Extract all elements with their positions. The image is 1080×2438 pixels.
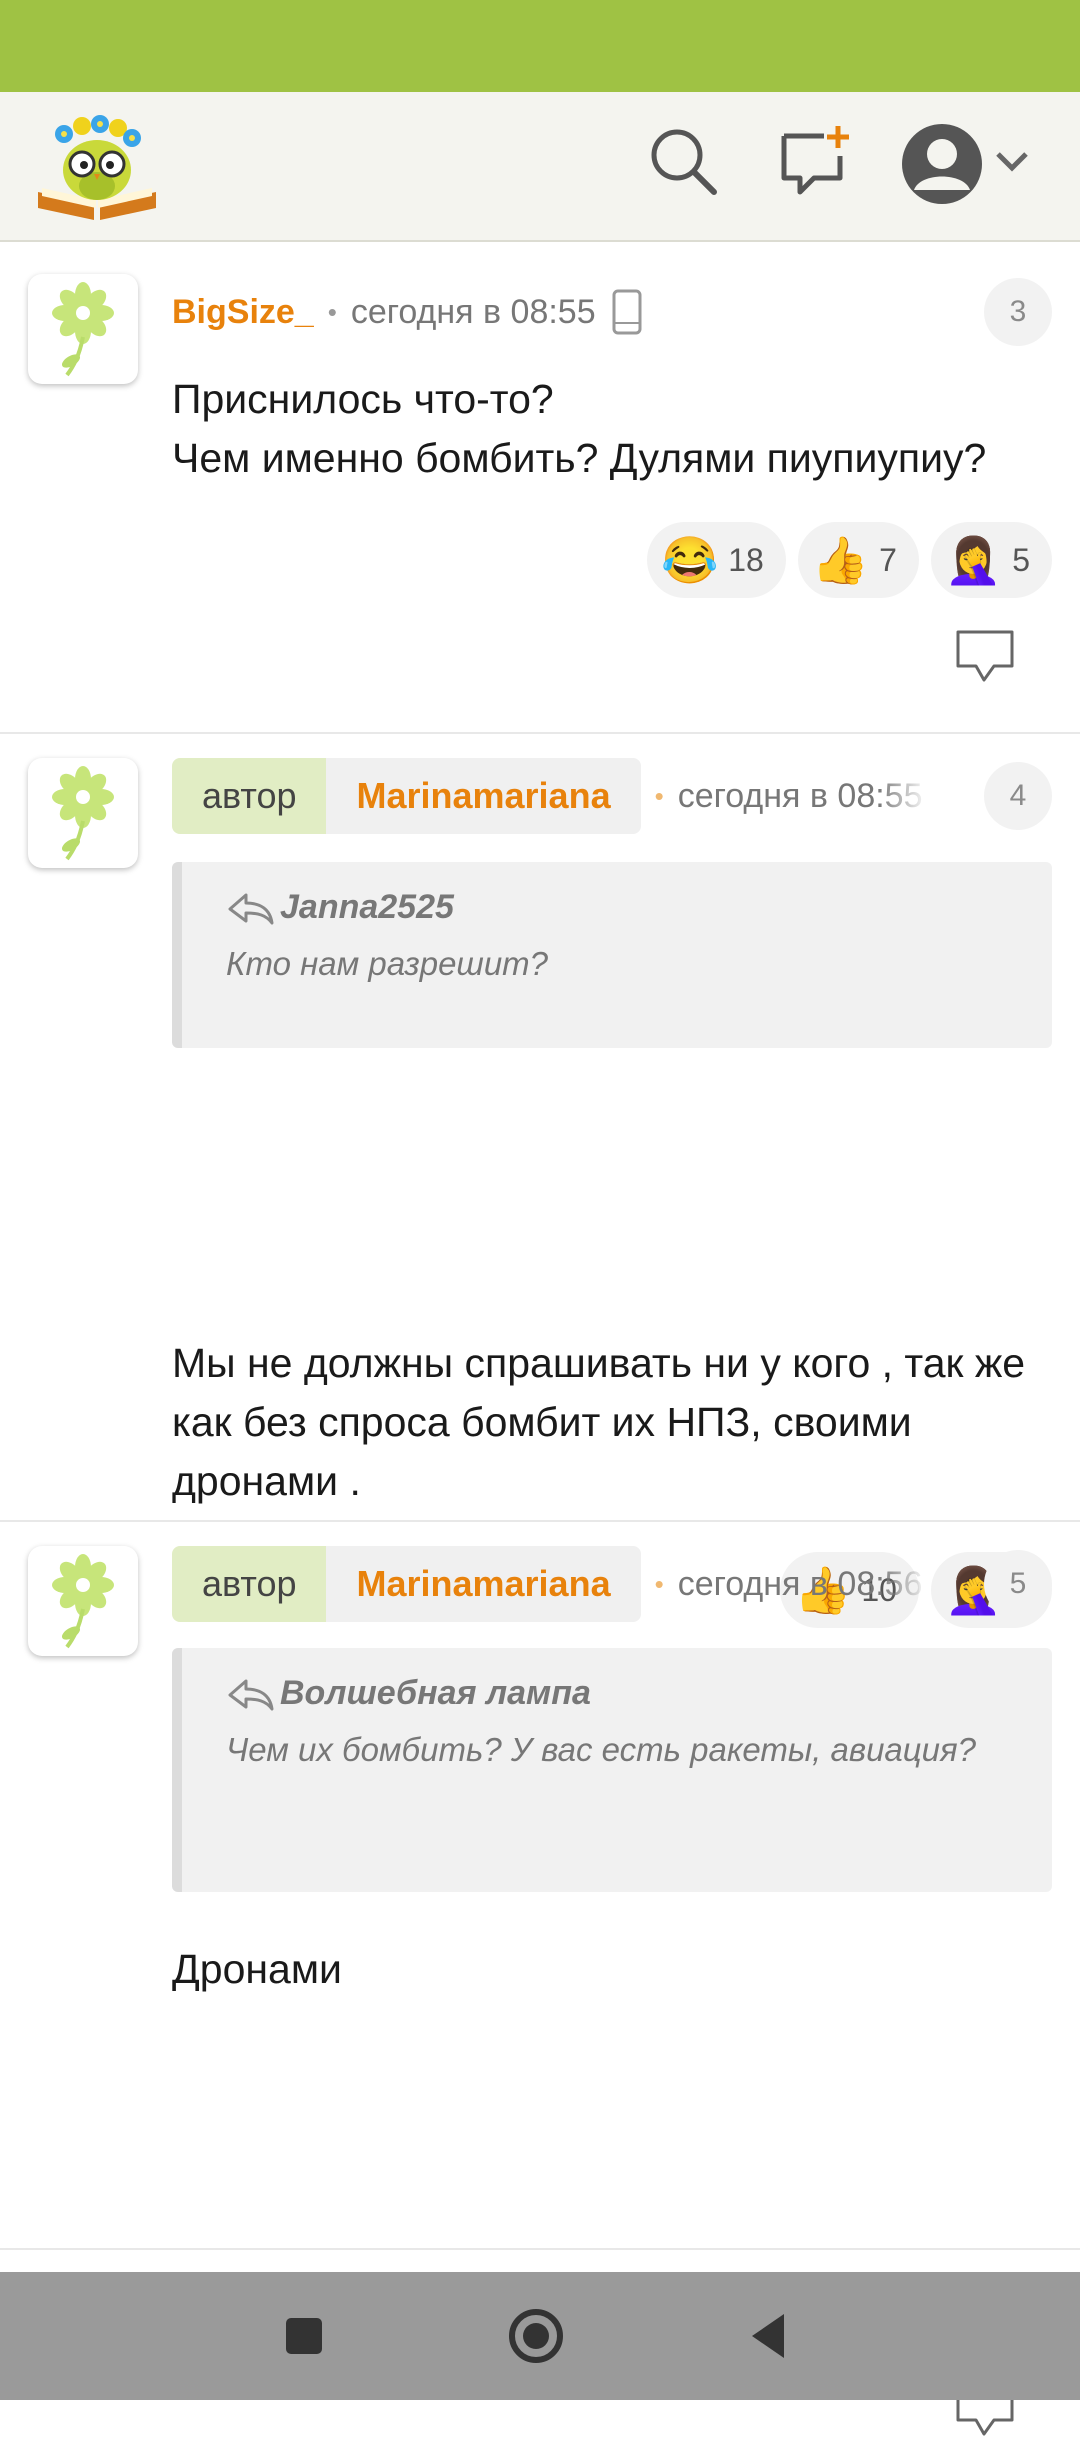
- reaction-facepalm[interactable]: 🤦‍♀️ 5: [930, 522, 1052, 598]
- comment-number-badge[interactable]: 4: [984, 762, 1052, 830]
- comment-number-badge[interactable]: 5: [984, 1550, 1052, 1618]
- comment-number-badge[interactable]: 3: [984, 278, 1052, 346]
- author-pill: автор Marinamariana: [172, 1546, 641, 1622]
- author-badge: автор: [172, 758, 327, 834]
- quote-author: Волшебная лампа: [226, 1674, 1008, 1713]
- quote-author-name: Волшебная лампа: [280, 1674, 591, 1712]
- reading-owl-logo[interactable]: [34, 108, 160, 224]
- reply-icon[interactable]: [954, 628, 1016, 684]
- username-link[interactable]: BigSize_: [172, 293, 314, 332]
- flower-avatar-icon: [52, 1554, 114, 1649]
- timestamp: сегодня в 08:55: [350, 292, 596, 331]
- new-post-icon[interactable]: [778, 124, 852, 198]
- avatar[interactable]: [28, 1546, 138, 1656]
- avatar[interactable]: [28, 274, 138, 384]
- mobile-phone-icon: [612, 289, 642, 335]
- system-nav-bar: [0, 2272, 1080, 2400]
- separator-dot: •: [327, 296, 337, 327]
- quote-author-name: Janna2525: [280, 888, 454, 926]
- avatar[interactable]: [28, 758, 138, 868]
- quote-text: Кто нам разрешит?: [226, 945, 549, 982]
- search-icon[interactable]: [646, 124, 720, 198]
- reaction-laugh[interactable]: 😂 18: [646, 522, 786, 598]
- comment-text: Мы не должны спрашивать ни у кого , так …: [172, 1340, 1026, 1504]
- quote-block[interactable]: Janna2525 Кто нам разрешит?: [172, 862, 1052, 1048]
- comment-text: Дронами: [172, 1946, 342, 1992]
- comment-text-line: Чем именно бомбить? Дулями пиупиупиу?: [172, 435, 987, 481]
- author-badge: автор: [172, 1546, 327, 1622]
- quote-author: Janna2525: [226, 888, 1008, 927]
- comment-meta: автор Marinamariana • сегодня в 08:55: [172, 758, 928, 834]
- comment-meta: BigSize_ • сегодня в 08:55: [172, 274, 642, 350]
- status-bar: [0, 0, 1080, 92]
- reply-arrow-icon: [228, 1679, 274, 1710]
- reaction-count: 5: [1012, 541, 1030, 578]
- flower-avatar-icon: [52, 766, 114, 861]
- circle-home-icon[interactable]: [506, 2306, 566, 2366]
- divider: [0, 2248, 1080, 2250]
- username-link[interactable]: Marinamariana: [326, 758, 641, 834]
- flower-avatar-icon: [52, 282, 114, 377]
- quote-block[interactable]: Волшебная лампа Чем их бомбить? У вас ес…: [172, 1648, 1052, 1892]
- reaction-like[interactable]: 👍 7: [797, 522, 919, 598]
- reaction-count: 7: [879, 541, 897, 578]
- square-recents-icon[interactable]: [274, 2306, 334, 2366]
- comment-text-line: Приснилось что-то?: [172, 376, 554, 422]
- facepalm-emoji-icon: 🤦‍♀️: [944, 534, 1003, 586]
- triangle-back-icon[interactable]: [740, 2306, 800, 2366]
- reaction-count: 18: [728, 541, 764, 578]
- comment-meta: автор Marinamariana • сегодня в 08:56: [172, 1546, 928, 1622]
- author-pill: автор Marinamariana: [172, 758, 641, 834]
- quote-text: Чем их бомбить? У вас есть ракеты, авиац…: [226, 1731, 976, 1768]
- reply-arrow-icon: [228, 893, 274, 924]
- app-header: [0, 92, 1080, 242]
- username-link[interactable]: Marinamariana: [326, 1546, 641, 1622]
- divider: [0, 1520, 1080, 1522]
- timestamp: сегодня в 08:56: [677, 1564, 923, 1603]
- separator-dot: •: [654, 1568, 664, 1599]
- thumbs-up-emoji-icon: 👍: [811, 534, 870, 586]
- laughing-emoji-icon: 😂: [660, 534, 719, 586]
- profile-menu-button[interactable]: [898, 120, 1048, 208]
- comment-text: Приснилось что-то? Чем именно бомбить? Д…: [172, 370, 1062, 488]
- reactions-bar: 😂 18 👍 7 🤦‍♀️ 5: [646, 522, 1052, 598]
- timestamp: сегодня в 08:55: [677, 776, 923, 815]
- divider: [0, 732, 1080, 734]
- separator-dot: •: [654, 780, 664, 811]
